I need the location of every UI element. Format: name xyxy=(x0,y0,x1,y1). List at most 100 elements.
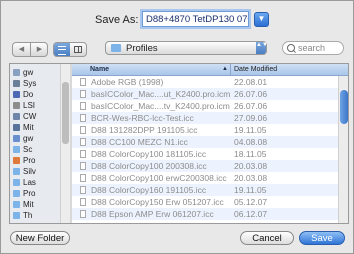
sidebar-item-label: Las xyxy=(23,178,36,187)
file-row[interactable]: D88 Epson AMP Erw 061207.icc 06.12.07 xyxy=(72,208,338,220)
search-field[interactable]: search xyxy=(282,41,344,55)
document-icon xyxy=(80,198,86,206)
file-name: D88 ColorCopy100 erwC200308.icc xyxy=(91,173,227,183)
file-name: D88 Epson AMP Erw 061207.icc xyxy=(91,209,214,219)
file-row[interactable]: basICColor_Mac....ut_K2400.pro.icm 26.07.… xyxy=(72,88,338,100)
folder-icon xyxy=(13,146,20,153)
disclosure-button[interactable]: ▼ xyxy=(254,12,269,27)
file-date: 19.11.05 xyxy=(234,125,267,135)
sidebar-item-label: Mit xyxy=(23,123,34,132)
file-list-scrollbar[interactable] xyxy=(338,76,348,223)
sidebar-item-label: LSI xyxy=(23,101,36,110)
column-divider xyxy=(230,64,231,75)
file-list: Name ▲ Date Modified Adobe RGB (1998) 22.… xyxy=(72,64,348,223)
file-browser: Th Mit Pro Las Silv Pro Sc gw Mit CW LSI Do Sys gw Na… xyxy=(9,63,349,224)
sidebar-item[interactable]: Sc xyxy=(10,144,62,155)
file-date: 05.12.07 xyxy=(234,197,268,207)
file-date: 22.08.01 xyxy=(234,77,268,87)
new-folder-button[interactable]: New Folder xyxy=(10,231,70,245)
date-column-header[interactable]: Date Modified xyxy=(234,64,277,75)
file-date: 26.07.06 xyxy=(234,101,268,111)
sidebar-item[interactable]: CW xyxy=(10,111,62,122)
file-row[interactable]: D88 ColorCopy150 Erw 051207.icc 05.12.07 xyxy=(72,196,338,208)
sidebar-item[interactable]: Pro xyxy=(10,188,62,199)
sidebar: Th Mit Pro Las Silv Pro Sc gw Mit CW LSI Do Sys gw xyxy=(10,64,71,223)
sidebar-item[interactable]: Silv xyxy=(10,166,62,177)
file-row[interactable]: D88 ColorCopy100 181105.icc 18.11.05 xyxy=(72,148,338,160)
sidebar-item[interactable]: Sys xyxy=(10,78,62,89)
file-date: 26.07.06 xyxy=(234,89,268,99)
list-view-button[interactable] xyxy=(54,43,70,56)
drive-icon xyxy=(13,80,20,87)
sidebar-item-label: Pro xyxy=(23,189,36,198)
sidebar-item[interactable]: Th xyxy=(10,210,62,221)
file-row[interactable]: D88 ColorCopy100 erwC200308.icc 20.03.08 xyxy=(72,172,338,184)
file-row[interactable]: D88 131282DPP 191105.icc 19.11.05 xyxy=(72,124,338,136)
drive-icon xyxy=(13,69,20,76)
file-date: 20.03.08 xyxy=(234,161,268,171)
cancel-button[interactable]: Cancel xyxy=(240,231,294,245)
sidebar-item-label: Pro xyxy=(23,156,36,165)
sidebar-item[interactable]: Do xyxy=(10,89,62,100)
document-icon xyxy=(80,78,86,86)
drive-icon xyxy=(13,102,20,109)
network-icon xyxy=(13,91,20,98)
file-name: D88 CC100 MEZC N1.icc xyxy=(91,137,188,147)
file-row[interactable]: D88 ColorCopy160 191105.icc 19.11.05 xyxy=(72,184,338,196)
sidebar-item[interactable]: Pro xyxy=(10,155,62,166)
file-date: 06.12.07 xyxy=(234,209,268,219)
sidebar-scroll-thumb[interactable] xyxy=(62,82,69,144)
folder-popup[interactable]: Profiles ▲▼ xyxy=(105,41,268,55)
forward-button[interactable]: ▶ xyxy=(31,43,48,56)
file-list-scroll-thumb[interactable] xyxy=(340,90,348,124)
sort-ascending-icon: ▲ xyxy=(222,66,228,72)
file-date: 19.11.05 xyxy=(234,185,267,195)
sidebar-scrollbar[interactable] xyxy=(60,64,70,223)
drive-icon xyxy=(13,124,20,131)
sidebar-item-label: Sys xyxy=(23,79,37,88)
search-icon xyxy=(287,44,295,52)
sidebar-item[interactable]: gw xyxy=(10,67,62,78)
file-row[interactable]: D88 CC100 MEZC N1.icc 04.08.08 xyxy=(72,136,338,148)
document-icon xyxy=(80,90,86,98)
sidebar-item-label: Mit xyxy=(23,200,34,209)
document-icon xyxy=(80,210,86,218)
file-row[interactable]: basICColor_Mac....tv_K2400.pro.icm 26.07.… xyxy=(72,100,338,112)
file-name: D88 ColorCopy150 Erw 051207.icc xyxy=(91,197,224,207)
folder-icon xyxy=(13,212,20,219)
file-row[interactable]: BCR-Wes-RBC-lcc-Test.icc 27.09.06 xyxy=(72,112,338,124)
file-date: 20.03.08 xyxy=(234,173,268,183)
name-column-header[interactable]: Name xyxy=(90,64,109,75)
column-header: Name ▲ Date Modified xyxy=(72,64,348,76)
save-dialog: Save As: D88+4870 TetDP130 070808 edited… xyxy=(0,0,354,254)
folder-icon xyxy=(13,168,20,175)
back-button[interactable]: ◀ xyxy=(13,43,30,56)
document-icon xyxy=(80,126,86,134)
sidebar-item-label: gw xyxy=(23,134,34,143)
filename-field[interactable]: D88+4870 TetDP130 070808 edited.icc xyxy=(142,11,249,27)
folder-icon xyxy=(111,44,121,52)
save-as-row: Save As: D88+4870 TetDP130 070808 edited… xyxy=(1,9,354,31)
file-row[interactable]: Adobe RGB (1998) 22.08.01 xyxy=(72,76,338,88)
sidebar-item[interactable]: Las xyxy=(10,177,62,188)
sidebar-item-label: CW xyxy=(23,112,37,121)
file-date: 04.08.08 xyxy=(234,137,268,147)
folder-icon xyxy=(13,179,20,186)
navigation-buttons: ◀ ▶ xyxy=(12,42,48,57)
file-name: D88 ColorCopy100 200308.icc xyxy=(91,161,207,171)
sidebar-item[interactable]: Mit xyxy=(10,199,62,210)
sidebar-item[interactable]: gw xyxy=(10,133,62,144)
file-name: basICColor_Mac....tv_K2400.pro.icm xyxy=(91,101,230,111)
sidebar-item[interactable]: Mit xyxy=(10,122,62,133)
search-placeholder: search xyxy=(298,43,326,53)
document-icon xyxy=(80,138,86,146)
document-icon xyxy=(80,114,86,122)
sidebar-item-label: Sc xyxy=(23,145,33,154)
sidebar-item-label: Th xyxy=(23,211,33,220)
button-bar: New Folder Cancel Save xyxy=(1,229,354,251)
file-row[interactable]: D88 ColorCopy100 200308.icc 20.03.08 xyxy=(72,160,338,172)
file-name: D88 ColorCopy160 191105.icc xyxy=(91,185,207,195)
sidebar-item[interactable]: LSI xyxy=(10,100,62,111)
save-button[interactable]: Save xyxy=(299,231,345,245)
column-view-button[interactable] xyxy=(70,43,86,56)
